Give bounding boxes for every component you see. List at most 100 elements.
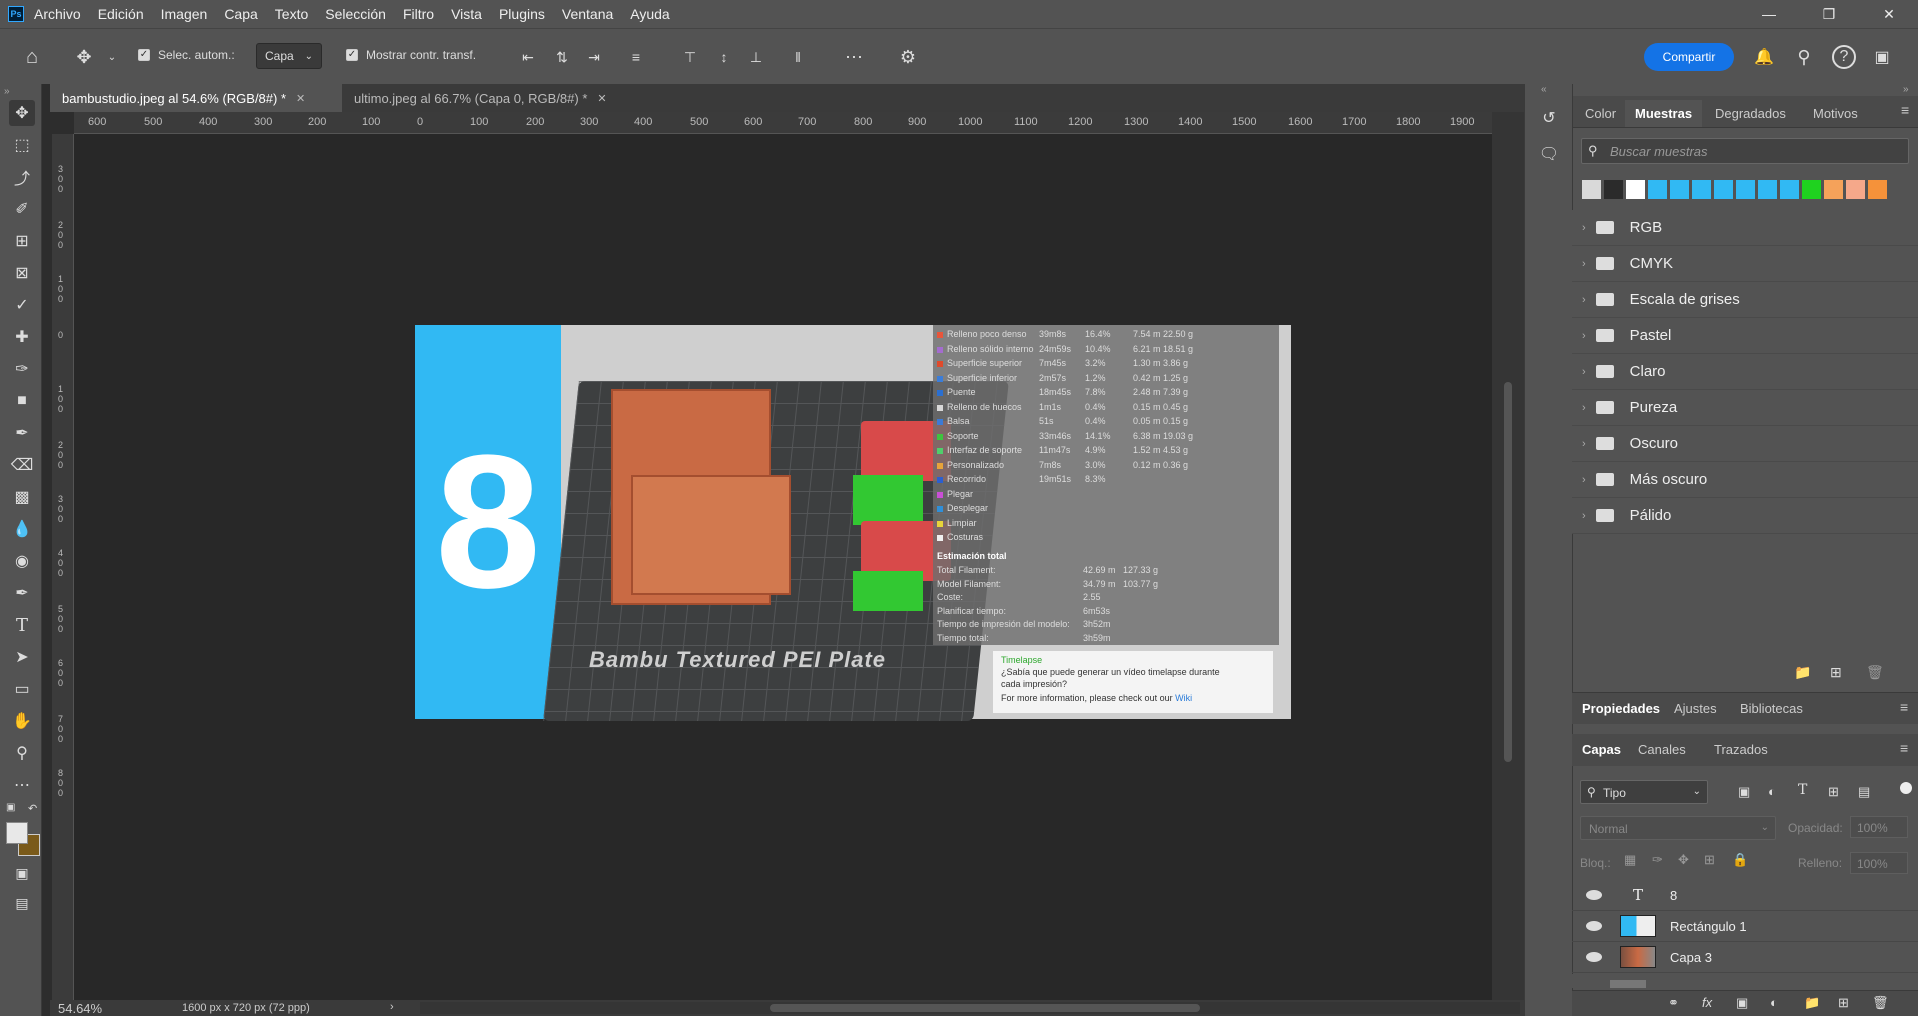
screen-mode-icon[interactable]: ▤ [9,890,35,916]
foreground-color-swatch[interactable] [6,822,28,844]
hand-tool-icon[interactable]: ✋ [9,708,35,734]
document-image[interactable]: 8 Bambu Textured PEI Plate Estimación to… [415,325,1291,721]
swatch-group-pastel[interactable]: › Pastel [1572,318,1918,354]
layer-row-rectangle[interactable]: Rectángulo 1 [1572,911,1918,942]
menu-edicion[interactable]: Edición [98,6,144,22]
tab-propiedades[interactable]: Propiedades [1582,701,1660,716]
close-icon[interactable]: ✕ [1866,0,1912,28]
link-layers-icon[interactable]: ⚭ [1668,995,1679,1011]
layer-row-capa3[interactable]: Capa 3 [1572,942,1918,973]
distribute-vertical-icon[interactable]: ‖ [788,47,808,67]
minimize-icon[interactable]: — [1746,0,1792,28]
lock-all-icon[interactable]: 🔒 [1732,852,1748,868]
quick-select-tool-icon[interactable]: ✐ [9,196,35,222]
swatch-group-oscuro[interactable]: › Oscuro [1572,426,1918,462]
align-center-icon[interactable]: ⇅ [552,47,572,67]
swatch-group-grayscale[interactable]: › Escala de grises [1572,282,1918,318]
scroll-thumb[interactable] [770,1004,1200,1012]
visibility-eye-icon[interactable] [1586,890,1602,900]
auto-select-dropdown[interactable]: Capa ⌄ [256,43,322,69]
wiki-link[interactable]: Wiki [1175,693,1192,703]
distribute-icon[interactable]: ≡ [626,47,646,67]
type-tool-icon[interactable]: T [9,612,35,638]
new-group-icon[interactable]: 📁 [1804,995,1820,1011]
show-transform-checkbox[interactable]: ✓ [346,49,358,61]
dodge-tool-icon[interactable]: ◉ [9,548,35,574]
canvas-area[interactable]: 8 Bambu Textured PEI Plate Estimación to… [74,134,1492,1006]
comments-icon[interactable]: 🗨 [1537,142,1561,166]
color-swatch[interactable] [1758,180,1777,199]
color-swatch[interactable] [1780,180,1799,199]
align-top-icon[interactable]: ⊤ [680,47,700,67]
filter-shape-icon[interactable]: ⊞ [1828,784,1839,800]
scroll-thumb[interactable] [1504,382,1512,762]
align-right-icon[interactable]: ⇥ [584,47,604,67]
swatch-group-cmyk[interactable]: › CMYK [1572,246,1918,282]
color-swatch[interactable] [1604,180,1623,199]
eraser-tool-icon[interactable]: ⌫ [9,452,35,478]
menu-seleccion[interactable]: Selección [325,6,386,22]
tab-capas[interactable]: Capas [1582,742,1621,757]
filter-toggle-icon[interactable] [1900,782,1912,794]
tab-muestras[interactable]: Muestras [1625,100,1703,127]
vertical-scrollbar[interactable] [1492,112,1524,1006]
tab-color[interactable]: Color [1585,106,1616,121]
close-icon[interactable]: ✕ [597,92,606,105]
lasso-tool-icon[interactable]: ⤴ [9,164,35,190]
tab-bambustudio[interactable]: bambustudio.jpeg al 54.6% (RGB/8#) * ✕ [50,84,342,112]
swatch-group-rgb[interactable]: › RGB [1572,210,1918,246]
new-group-icon[interactable]: 📁 [1794,664,1811,681]
lock-pixels-icon[interactable]: ✑ [1652,852,1663,868]
trash-icon[interactable]: 🗑 [1866,664,1884,681]
new-swatch-icon[interactable]: ⊞ [1830,664,1842,681]
chevron-right-icon[interactable]: › [390,1001,394,1013]
eyedropper-tool-icon[interactable]: ✓ [9,292,35,318]
blend-mode-dropdown[interactable]: Normal ⌄ [1580,816,1776,840]
menu-plugins[interactable]: Plugins [499,6,545,22]
color-swatch[interactable] [1714,180,1733,199]
tab-ultimo[interactable]: ultimo.jpeg al 66.7% (Capa 0, RGB/8#) * … [342,84,642,112]
menu-imagen[interactable]: Imagen [161,6,208,22]
marquee-tool-icon[interactable]: ⬚ [9,132,35,158]
color-swatch[interactable] [1648,180,1667,199]
swatch-group-pureza[interactable]: › Pureza [1572,390,1918,426]
fx-icon[interactable]: fx [1702,995,1712,1010]
layer-row-text[interactable]: T 8 [1572,880,1918,911]
filter-adjustment-icon[interactable]: ◐ [1768,784,1776,799]
gradient-tool-icon[interactable]: ▩ [9,484,35,510]
brush-tool-icon[interactable]: ✑ [9,356,35,382]
panel-menu-icon[interactable]: ≡ [1900,740,1908,756]
crop-tool-icon[interactable]: ⊞ [9,228,35,254]
align-left-icon[interactable]: ⇤ [518,47,538,67]
zoom-tool-icon[interactable]: ⚲ [9,740,35,766]
workspace-icon[interactable]: ▣ [1868,45,1896,69]
color-swatch[interactable] [1582,180,1601,199]
swatch-group-claro[interactable]: › Claro [1572,354,1918,390]
color-swatch[interactable] [1670,180,1689,199]
path-select-tool-icon[interactable]: ➤ [9,644,35,670]
align-bottom-icon[interactable]: ⊥ [746,47,766,67]
healing-brush-tool-icon[interactable]: ✚ [9,324,35,350]
color-swatch[interactable] [1868,180,1887,199]
panel-menu-icon[interactable]: ≡ [1901,102,1909,118]
collapse-icon[interactable]: « [1541,84,1547,95]
color-swatch[interactable] [1824,180,1843,199]
auto-select-checkbox[interactable]: ✓ [138,49,150,61]
pen-tool-icon[interactable]: ✒ [9,580,35,606]
visibility-eye-icon[interactable] [1586,952,1602,962]
panel-menu-icon[interactable]: ≡ [1900,699,1908,715]
color-swatch[interactable] [1736,180,1755,199]
tab-canales[interactable]: Canales [1638,742,1686,757]
rectangle-tool-icon[interactable]: ▭ [9,676,35,702]
swatch-search-input[interactable]: ⚲ Buscar muestras [1581,138,1909,164]
color-swatch[interactable] [1846,180,1865,199]
align-middle-icon[interactable]: ↕ [714,47,734,67]
tab-trazados[interactable]: Trazados [1714,742,1768,757]
blur-tool-icon[interactable]: 💧 [9,516,35,542]
stamp-tool-icon[interactable]: ■ [9,388,35,414]
filter-smart-object-icon[interactable]: ▤ [1858,784,1870,800]
filter-type-icon[interactable]: T [1798,782,1807,798]
zoom-level[interactable]: 54.64% [58,1001,102,1016]
help-icon[interactable]: ? [1832,45,1856,69]
trash-icon[interactable]: 🗑 [1872,995,1889,1011]
